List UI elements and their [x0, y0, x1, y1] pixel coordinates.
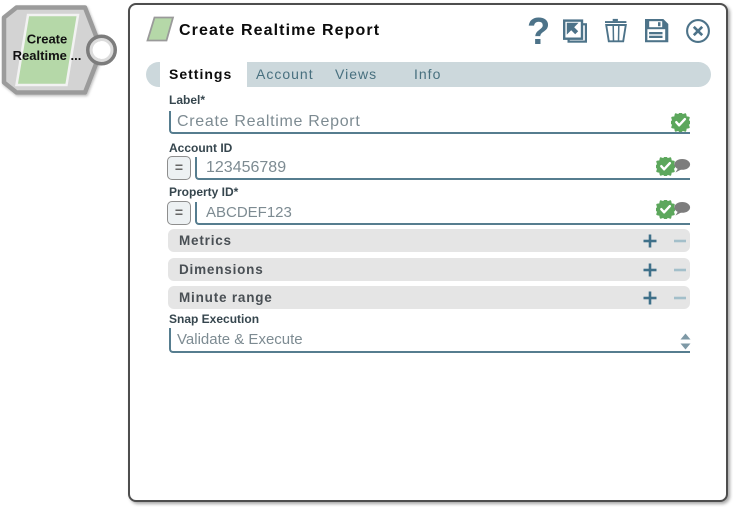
svg-text:Create: Create	[27, 32, 67, 47]
svg-text:Realtime ...: Realtime ...	[13, 48, 82, 63]
